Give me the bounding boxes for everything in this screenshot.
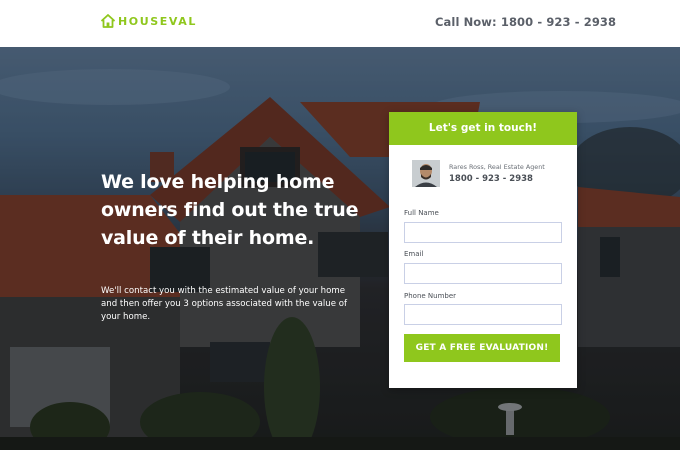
email-label: Email bbox=[404, 250, 424, 258]
phone-number-label: Phone Number bbox=[404, 292, 457, 300]
get-free-evaluation-button[interactable]: GET A FREE EVALUATION! bbox=[404, 334, 560, 362]
brand-logo[interactable]: HOUSEVAL bbox=[101, 14, 197, 28]
brand-name: HOUSEVAL bbox=[118, 14, 198, 28]
hero-subtext: We'll contact you with the estimated val… bbox=[101, 286, 348, 322]
agent-info: Rares Ross, Real Estate Agent 1800 - 923… bbox=[412, 160, 545, 187]
call-now-phone[interactable]: Call Now: 1800 - 923 - 2938 bbox=[435, 15, 616, 29]
phone-number-input[interactable] bbox=[404, 304, 562, 325]
form-title: Let's get in touch! bbox=[389, 112, 577, 145]
contact-form-card: Let's get in touch! Rares Ross, Real Est… bbox=[389, 112, 577, 388]
agent-avatar bbox=[412, 160, 440, 187]
email-input[interactable] bbox=[404, 263, 562, 284]
agent-phone: 1800 - 923 - 2938 bbox=[449, 174, 533, 184]
agent-name: Rares Ross, Real Estate Agent bbox=[449, 163, 545, 171]
house-icon bbox=[101, 14, 115, 28]
hero-section: We love helping home owners find out the… bbox=[0, 47, 680, 450]
top-header: HOUSEVAL Call Now: 1800 - 923 - 2938 bbox=[0, 0, 680, 47]
hero-headline: We love helping home owners find out the… bbox=[101, 171, 359, 249]
full-name-input[interactable] bbox=[404, 222, 562, 243]
full-name-label: Full Name bbox=[404, 209, 439, 217]
